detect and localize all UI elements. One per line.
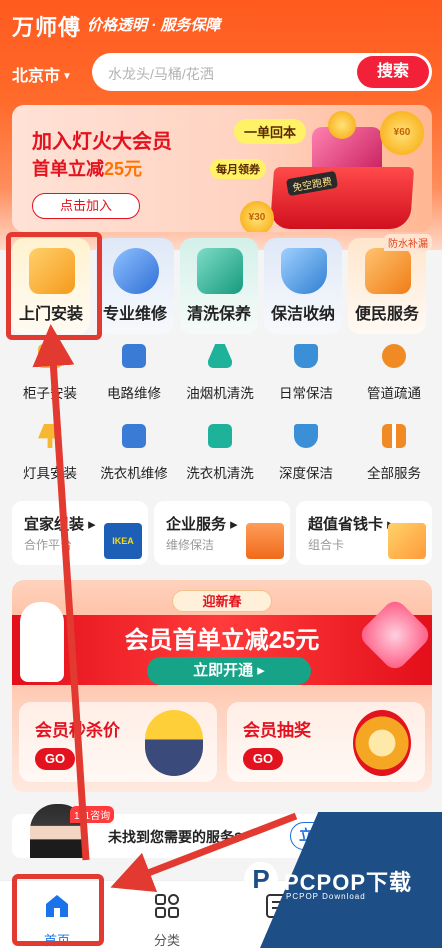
quick-card-ikea[interactable]: 宜家组装 ▸ 合作平台 IKEA (12, 501, 148, 565)
service-circuit-repair[interactable]: 电路维修 (92, 344, 176, 402)
lottery-go-button[interactable]: GO (243, 748, 283, 770)
new-year-inscription: 迎新春 (172, 590, 272, 612)
coin-60-icon: ¥60 (380, 111, 424, 155)
service-label: 油烟机清洗 (186, 386, 254, 401)
waterproof-badge: 防水补漏 (384, 234, 432, 251)
pipe-icon (382, 344, 406, 368)
service-pipe-unclog[interactable]: 管道疏通 (352, 344, 436, 402)
quick-card-title: 企业服务 ▸ (166, 516, 238, 533)
highlight-box-home (12, 874, 104, 946)
bucket-small-icon (294, 344, 318, 368)
washer-wrench-icon (122, 424, 146, 448)
building-icon (246, 523, 284, 559)
bucket-icon (281, 248, 327, 294)
coin-30-icon: ¥30 (240, 201, 274, 232)
category-cleaning[interactable]: 清洗保养 (180, 238, 258, 334)
open-now-button[interactable]: 立即开通 ▸ (147, 657, 311, 685)
service-deep-cleaning[interactable]: 深度保洁 (264, 424, 348, 482)
member-banner[interactable]: 加入灯火大会员 首单立减25元 点击加入 ¥60 ¥30 一单回本 每月领券 免… (12, 105, 432, 232)
category-convenience[interactable]: 便民服务 (348, 238, 426, 334)
air-conditioner-icon (197, 248, 243, 294)
horse-icon (20, 602, 64, 682)
category-grid-icon (155, 894, 179, 918)
service-washer-repair[interactable]: 洗衣机维修 (92, 424, 176, 482)
search-button[interactable]: 搜索 (357, 56, 429, 88)
service-label: 灯具安装 (23, 466, 77, 481)
tag-monthly-coupon: 每月领券 (210, 159, 266, 179)
quick-card-savings[interactable]: 超值省钱卡 ▸ 组合卡 (296, 501, 432, 565)
service-daily-cleaning[interactable]: 日常保洁 (264, 344, 348, 402)
pcpop-watermark: P PCPOP下载 PCPOP Download (244, 862, 442, 910)
toolbox-icon (365, 248, 411, 294)
quick-card-sub: 组合卡 (308, 538, 345, 552)
grid-icon (382, 424, 406, 448)
battery-icon (122, 344, 146, 368)
quick-card-sub: 合作平台 (24, 538, 73, 552)
service-all[interactable]: 全部服务 (352, 424, 436, 482)
search-bar[interactable]: 水龙头/马桶/花洒 搜索 (92, 53, 432, 91)
category-label: 专业维修 (102, 306, 167, 323)
flash-sale-go-button[interactable]: GO (35, 748, 75, 770)
shopping-basket-illustration (269, 167, 415, 229)
washing-machine-wrench-icon (113, 248, 159, 294)
service-hood-cleaning[interactable]: 油烟机清洗 (178, 344, 262, 402)
quick-card-sub: 维修保洁 (166, 538, 215, 552)
service-lamp-install[interactable]: 灯具安装 (8, 424, 92, 482)
lamp-icon (38, 424, 62, 448)
category-housekeeping[interactable]: 保洁收纳 (264, 238, 342, 334)
city-selector[interactable]: 北京市 ▼ (12, 62, 72, 86)
caret-down-icon: ▼ (62, 71, 72, 83)
service-cabinet-install[interactable]: 柜子安装 (8, 344, 92, 402)
service-label: 管道疏通 (367, 386, 421, 401)
service-label: 全部服务 (367, 466, 421, 481)
category-repair[interactable]: 专业维修 (96, 238, 174, 334)
service-label: 电路维修 (107, 386, 161, 401)
basin-icon (294, 424, 318, 448)
service-label: 深度保洁 (279, 466, 333, 481)
coin-small-icon (328, 111, 356, 139)
cabinet-icon (38, 344, 62, 368)
washer-icon (208, 424, 232, 448)
service-label: 日常保洁 (279, 386, 333, 401)
highlight-box-install (6, 232, 102, 340)
nav-category[interactable]: 分类 (137, 893, 197, 948)
app-slogan: 价格透明 · 服务保障 (87, 17, 221, 34)
card-icon (388, 523, 426, 559)
ikea-box-icon: IKEA (104, 523, 142, 559)
join-member-button[interactable]: 点击加入 (32, 193, 140, 219)
member-banner-title: 加入灯火大会员 (32, 131, 172, 153)
category-label: 保洁收纳 (270, 306, 335, 323)
city-label: 北京市 (12, 68, 61, 85)
tag-refund: 一单回本 (234, 119, 307, 144)
lottery-card[interactable]: 会员抽奖 GO (227, 702, 425, 782)
quick-card-title: 超值省钱卡 ▸ (308, 516, 395, 533)
member-banner-subtitle-text: 首单立减 (32, 159, 104, 179)
consult-badge: 1v1咨询 (70, 806, 115, 823)
category-label: 清洗保养 (186, 306, 251, 323)
nav-label: 分类 (153, 933, 180, 948)
cleaner-figure-icon (145, 710, 203, 776)
service-label: 洗衣机清洗 (186, 466, 254, 481)
range-hood-icon (208, 344, 232, 368)
category-label: 便民服务 (354, 306, 419, 323)
flash-sale-title: 会员秒杀价 (35, 721, 120, 740)
lottery-wheel-icon (353, 710, 411, 776)
new-year-promo[interactable]: 迎新春 会员首单立减25元 立即开通 ▸ 会员秒杀价 GO 会员抽奖 GO (12, 580, 432, 792)
service-label: 柜子安装 (23, 386, 77, 401)
quick-card-title: 宜家组装 ▸ (24, 516, 96, 533)
member-banner-subtitle: 首单立减25元 (32, 155, 142, 181)
app-logo: 万师傅 (12, 15, 82, 40)
lottery-title: 会员抽奖 (243, 721, 311, 740)
service-label: 洗衣机维修 (100, 466, 168, 481)
quick-card-enterprise[interactable]: 企业服务 ▸ 维修保洁 (154, 501, 290, 565)
consult-question: 未找到您需要的服务? (108, 829, 243, 845)
member-banner-amount: 25元 (104, 159, 143, 179)
service-washer-cleaning[interactable]: 洗衣机清洗 (178, 424, 262, 482)
flash-sale-card[interactable]: 会员秒杀价 GO (19, 702, 217, 782)
search-input[interactable]: 水龙头/马桶/花洒 (108, 64, 214, 84)
pcpop-logo: P (244, 862, 278, 896)
pcpop-subtext: PCPOP Download (286, 892, 366, 901)
